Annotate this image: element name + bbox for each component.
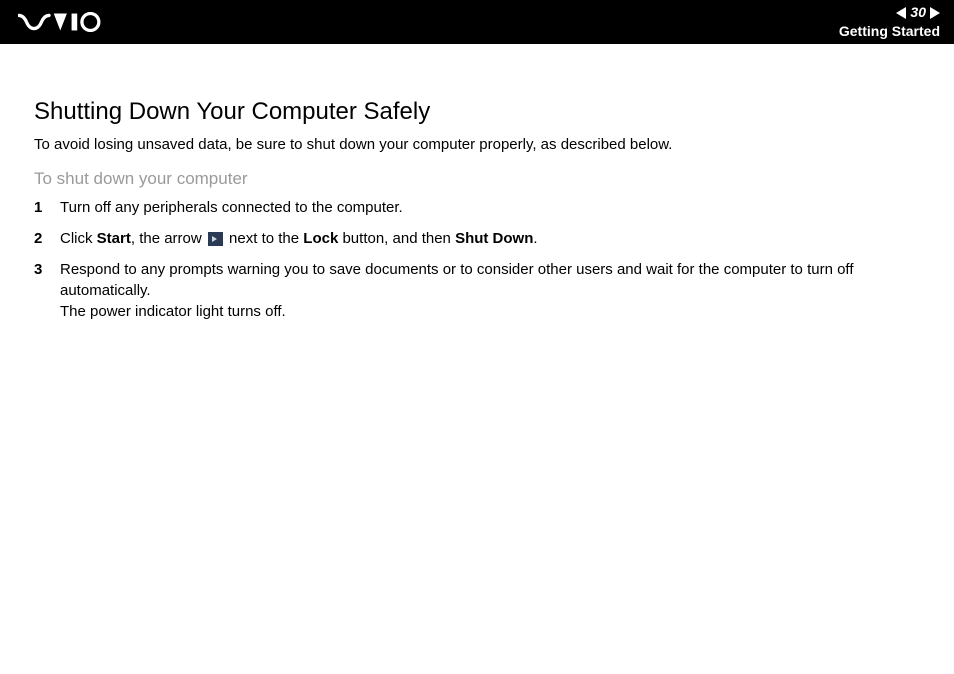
step-item: 3 Respond to any prompts warning you to …	[34, 259, 930, 322]
step-number: 2	[34, 228, 60, 249]
bold-text: Start	[97, 230, 131, 247]
text-fragment: .	[533, 230, 537, 247]
header-bar: 30 Getting Started	[0, 0, 954, 44]
step-item: 1 Turn off any peripherals connected to …	[34, 197, 930, 218]
step-number: 3	[34, 259, 60, 280]
step-body: Respond to any prompts warning you to sa…	[60, 259, 930, 322]
bold-text: Shut Down	[455, 230, 533, 247]
text-fragment: next to the	[225, 230, 303, 247]
steps-list: 1 Turn off any peripherals connected to …	[34, 197, 930, 322]
text-fragment: button, and then	[338, 230, 455, 247]
vaio-logo-icon	[18, 12, 112, 32]
step-item: 2 Click Start, the arrow next to the Loc…	[34, 228, 930, 249]
text-fragment: Click	[60, 230, 97, 247]
step-body: Click Start, the arrow next to the Lock …	[60, 228, 930, 249]
header-right: 30 Getting Started	[839, 4, 940, 40]
page-number: 30	[910, 4, 926, 21]
content: Shutting Down Your Computer Safely To av…	[0, 44, 954, 322]
vaio-logo	[18, 12, 112, 32]
nav-next-icon[interactable]	[930, 7, 940, 19]
arrow-right-icon	[208, 232, 223, 246]
step-number: 1	[34, 197, 60, 218]
breadcrumb[interactable]: Getting Started	[839, 23, 940, 40]
text-fragment: The power indicator light turns off.	[60, 303, 286, 320]
page-title: Shutting Down Your Computer Safely	[34, 98, 930, 126]
sub-title: To shut down your computer	[34, 169, 930, 189]
text-fragment: , the arrow	[131, 230, 206, 247]
page-nav: 30	[839, 4, 940, 21]
bold-text: Lock	[303, 230, 338, 247]
step-body: Turn off any peripherals connected to th…	[60, 197, 930, 218]
intro-text: To avoid losing unsaved data, be sure to…	[34, 136, 930, 153]
nav-prev-icon[interactable]	[896, 7, 906, 19]
text-fragment: Respond to any prompts warning you to sa…	[60, 261, 853, 299]
